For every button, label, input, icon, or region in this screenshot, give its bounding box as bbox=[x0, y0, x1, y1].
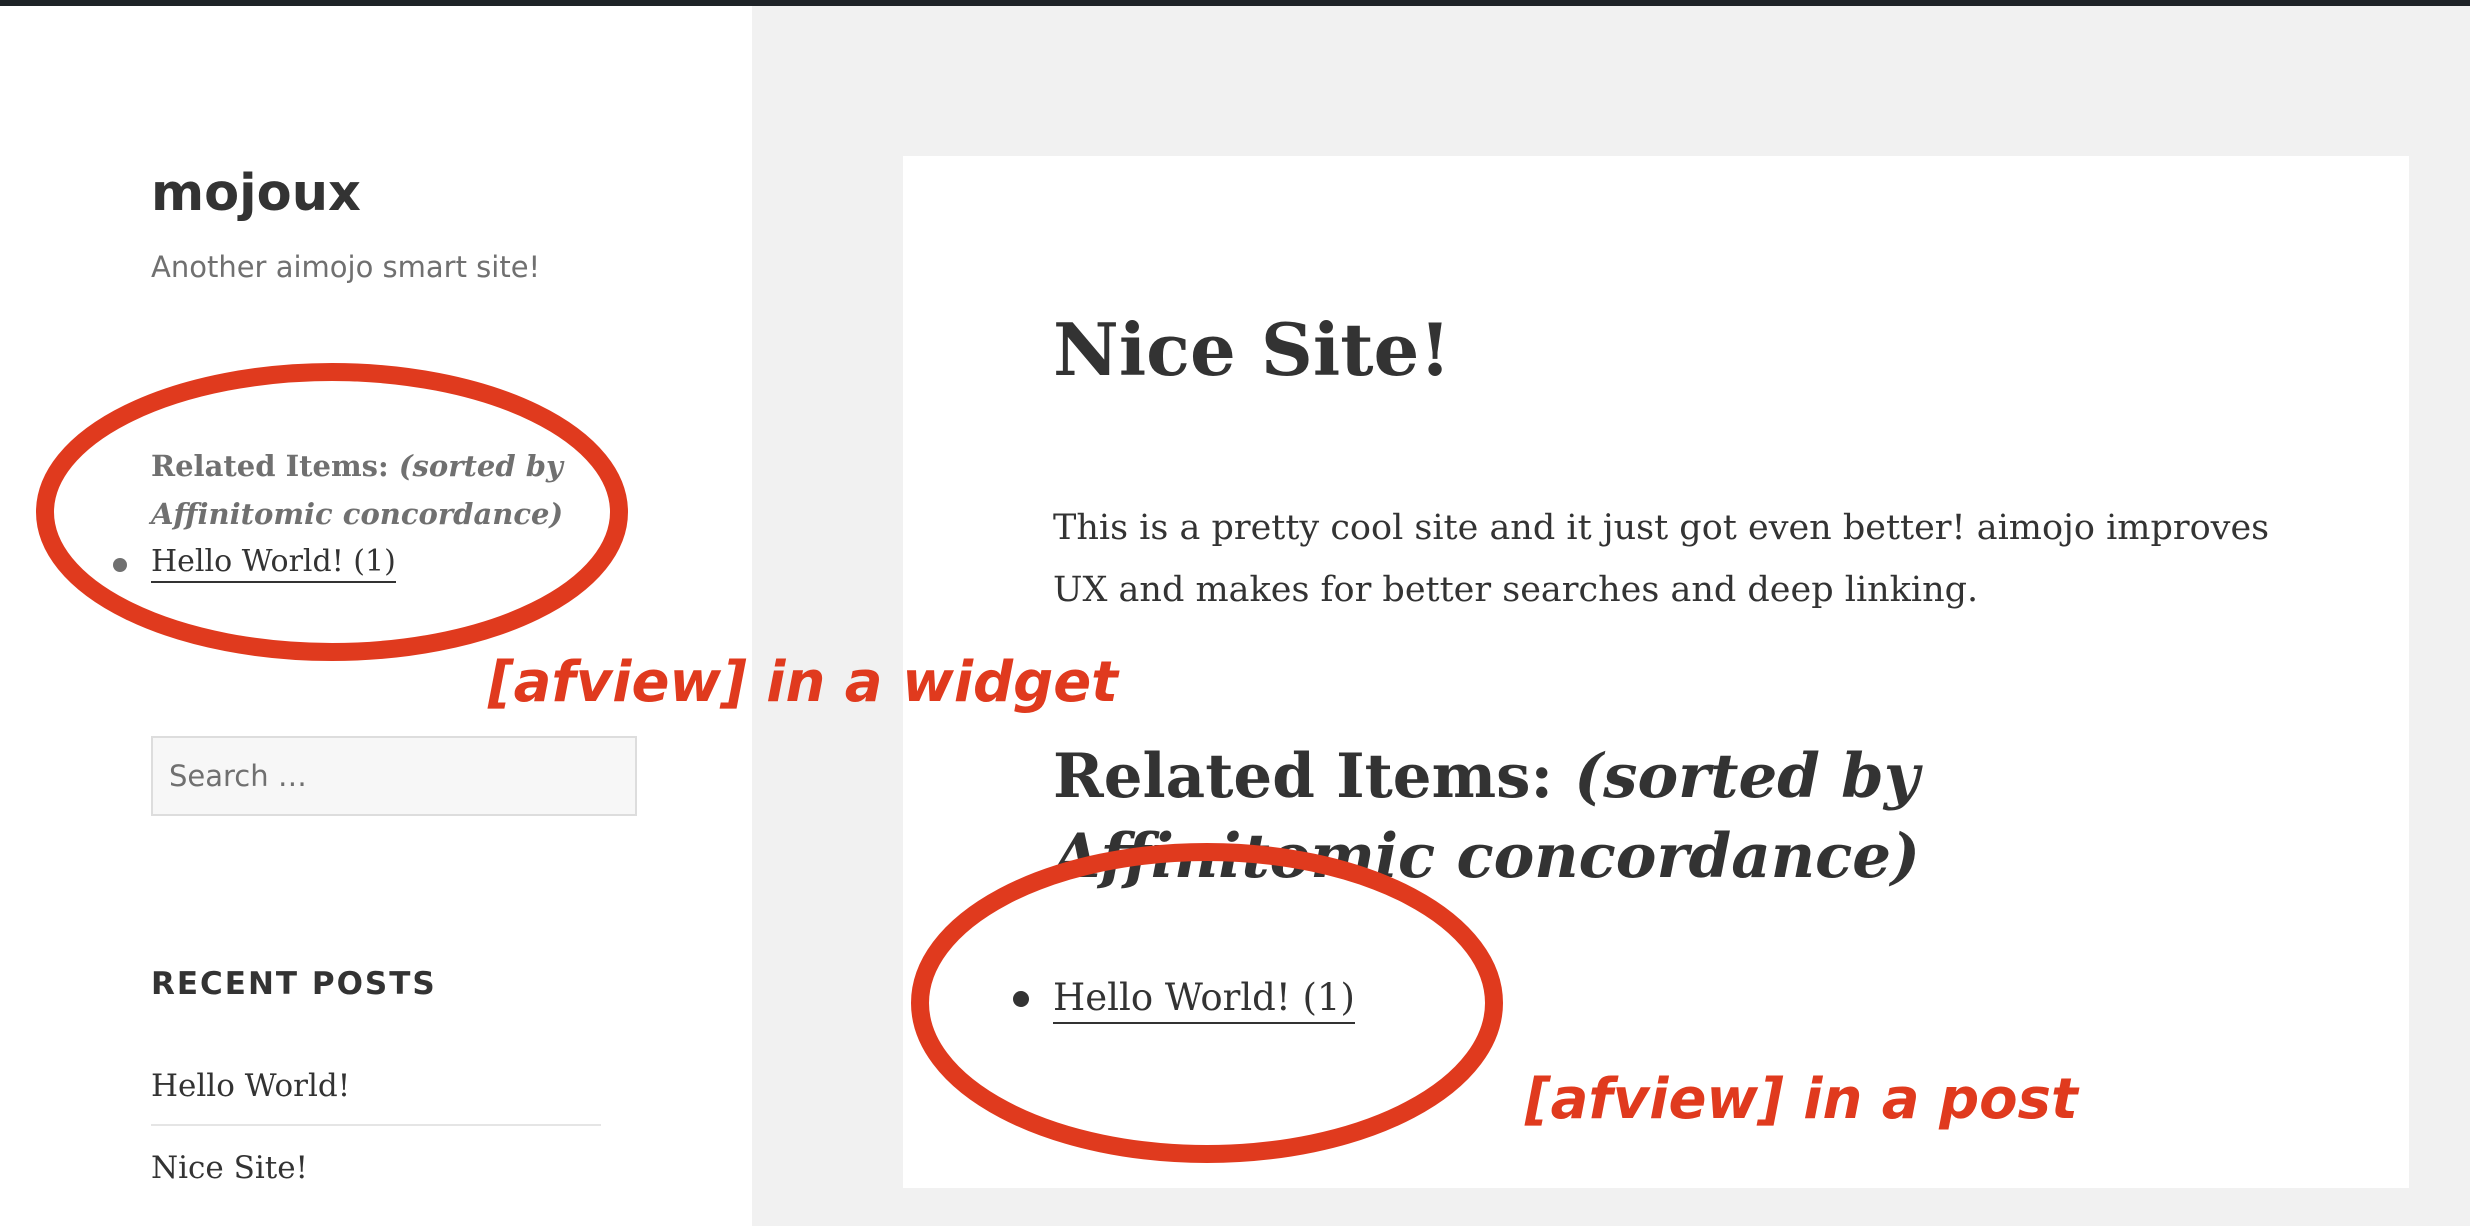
list-item: Hello World! (1) bbox=[1013, 970, 1355, 1026]
widget-related-title: Related Items: (sorted by Affinitomic co… bbox=[151, 442, 601, 538]
recent-post-link[interactable]: Hello World! bbox=[151, 1068, 350, 1104]
search-input[interactable] bbox=[151, 736, 637, 816]
recent-posts-title: RECENT POSTS bbox=[151, 966, 437, 1002]
post-related-link[interactable]: Hello World! (1) bbox=[1053, 976, 1355, 1024]
site-tagline: Another aimojo smart site! bbox=[151, 250, 541, 284]
widget-related-title-prefix: Related Items: bbox=[151, 449, 389, 483]
post-body: This is a pretty cool site and it just g… bbox=[1053, 508, 2270, 610]
widget-related-link[interactable]: Hello World! (1) bbox=[151, 544, 396, 583]
widget-related-list: Hello World! (1) bbox=[113, 538, 396, 586]
list-item: Nice Site! bbox=[151, 1140, 601, 1206]
post-card: Nice Site! This is a pretty cool site an… bbox=[903, 156, 2409, 1188]
site-title[interactable]: mojoux bbox=[151, 158, 361, 230]
list-item: Hello World! (1) bbox=[113, 538, 396, 586]
recent-post-link[interactable]: Nice Site! bbox=[151, 1150, 308, 1186]
sidebar: mojoux Another aimojo smart site! Relate… bbox=[0, 6, 752, 1226]
post-related-list: Hello World! (1) bbox=[1013, 970, 1355, 1026]
post-related-title-prefix: Related Items: bbox=[1053, 741, 1554, 812]
list-item: Hello World! bbox=[151, 1058, 601, 1126]
post-related-title: Related Items: (sorted by Affinitomic co… bbox=[1053, 737, 2293, 897]
recent-posts-list: Hello World! Nice Site! bbox=[151, 1058, 601, 1220]
post-title: Nice Site! bbox=[1053, 307, 1451, 392]
